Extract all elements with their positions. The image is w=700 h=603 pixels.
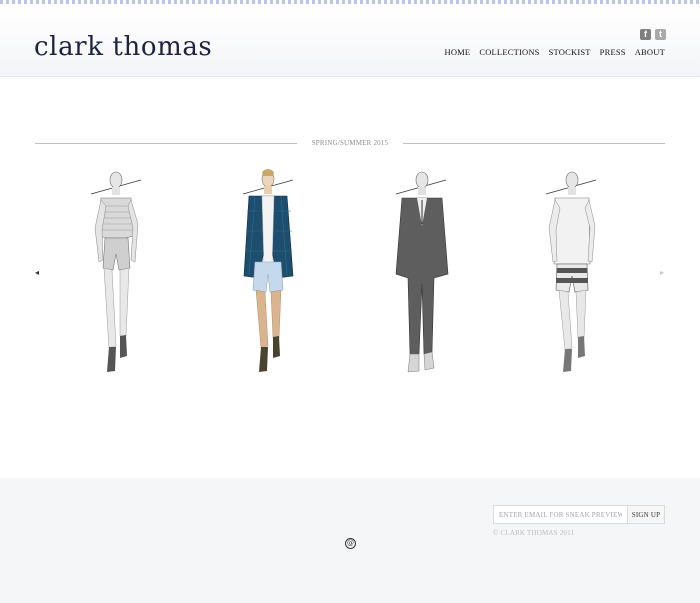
look-2-illustration[interactable] xyxy=(235,166,311,378)
social-links: f t xyxy=(640,29,666,40)
at-icon[interactable]: @ xyxy=(345,538,356,549)
brand-logo[interactable]: clark thomas xyxy=(34,32,212,62)
nav-collections[interactable]: COLLECTIONS xyxy=(479,47,539,57)
email-input[interactable] xyxy=(494,506,627,523)
look-4-illustration[interactable] xyxy=(540,166,616,378)
nav-stockist[interactable]: STOCKIST xyxy=(549,47,591,57)
carousel-next-arrow[interactable]: ▸ xyxy=(660,268,664,277)
season-title: SPRING/SUMMER 2015 xyxy=(311,139,389,147)
nav-press[interactable]: PRESS xyxy=(600,47,626,57)
carousel-prev-arrow[interactable]: ◂ xyxy=(35,268,39,277)
newsletter-signup: SIGN UP xyxy=(493,505,665,524)
site-header: clark thomas f t HOME COLLECTIONS STOCKI… xyxy=(0,4,700,77)
facebook-icon[interactable]: f xyxy=(640,29,651,40)
nav-home[interactable]: HOME xyxy=(445,47,471,57)
season-divider-right xyxy=(403,143,665,144)
season-divider-left xyxy=(35,143,297,144)
twitter-icon[interactable]: t xyxy=(655,29,666,40)
signup-button[interactable]: SIGN UP xyxy=(627,506,664,523)
copyright-text: © CLARK THOMAS 2011 xyxy=(493,529,575,537)
main-nav: HOME COLLECTIONS STOCKIST PRESS ABOUT xyxy=(445,47,666,57)
nav-about[interactable]: ABOUT xyxy=(635,47,665,57)
look-1-illustration[interactable] xyxy=(85,166,161,378)
look-3-illustration[interactable] xyxy=(388,166,464,378)
